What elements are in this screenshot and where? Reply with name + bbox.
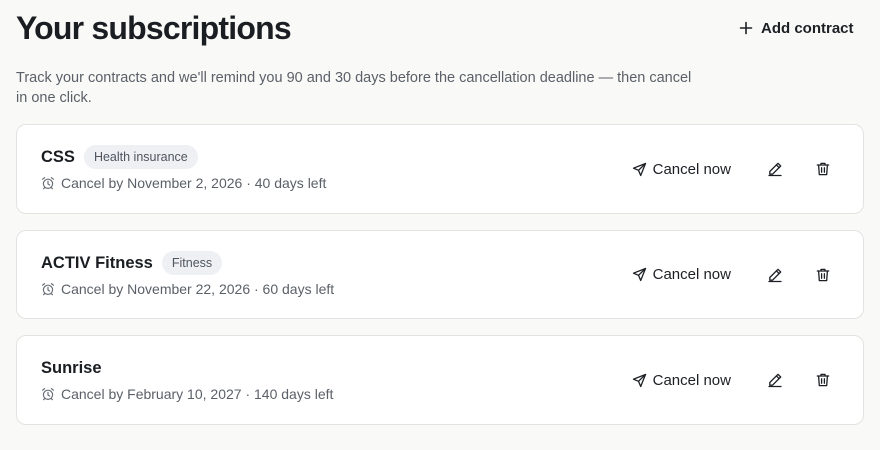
cancel-now-label: Cancel now — [652, 160, 731, 178]
category-badge: Fitness — [161, 251, 223, 275]
contract-name: ACTIV Fitness — [41, 253, 153, 272]
card-header: ACTIV Fitness Fitness — [41, 251, 223, 275]
card-header: Sunrise — [41, 356, 102, 380]
delete-button[interactable] — [807, 153, 839, 185]
alarm-clock-icon — [41, 387, 55, 401]
plus-icon — [739, 21, 753, 35]
pencil-icon — [767, 267, 783, 283]
subscription-card: Sunrise Cancel by February 10, 2027 · 14… — [16, 335, 864, 425]
delete-button[interactable] — [807, 364, 839, 396]
add-contract-button[interactable]: Add contract — [727, 13, 866, 43]
card-actions: Cancel now — [624, 336, 839, 424]
card-actions: Cancel now — [624, 125, 839, 213]
subscription-card: ACTIV Fitness Fitness Cancel by November… — [16, 230, 864, 319]
trash-icon — [815, 372, 831, 388]
pencil-icon — [767, 161, 783, 177]
send-icon — [632, 267, 647, 282]
trash-icon — [815, 267, 831, 283]
intro-text: Track your contracts and we'll remind yo… — [16, 70, 692, 106]
send-icon — [632, 373, 647, 388]
cancel-now-label: Cancel now — [652, 371, 731, 389]
deadline-text: Cancel by November 22, 2026 · 60 days le… — [61, 281, 335, 297]
trash-icon — [815, 161, 831, 177]
alarm-clock-icon — [41, 176, 55, 190]
subscription-card: CSS Health insurance Cancel by November … — [16, 124, 864, 214]
edit-button[interactable] — [759, 364, 791, 396]
deadline-text: Cancel by November 2, 2026 · 40 days lef… — [61, 175, 327, 191]
card-header: CSS Health insurance — [41, 145, 198, 169]
category-badge: Health insurance — [83, 145, 198, 169]
contract-name: Sunrise — [41, 358, 102, 377]
card-actions: Cancel now — [624, 231, 839, 318]
delete-button[interactable] — [807, 259, 839, 291]
subscription-list: CSS Health insurance Cancel by November … — [16, 124, 864, 425]
pencil-icon — [767, 372, 783, 388]
deadline-info: Cancel by November 2, 2026 · 40 days lef… — [41, 174, 326, 192]
deadline-info: Cancel by February 10, 2027 · 140 days l… — [41, 385, 333, 403]
send-icon — [632, 162, 647, 177]
cancel-now-label: Cancel now — [652, 266, 731, 283]
deadline-text: Cancel by February 10, 2027 · 140 days l… — [61, 386, 334, 402]
cancel-now-button[interactable]: Cancel now — [624, 153, 739, 185]
cancel-now-button[interactable]: Cancel now — [624, 364, 739, 396]
edit-button[interactable] — [759, 153, 791, 185]
edit-button[interactable] — [759, 259, 791, 291]
add-contract-label: Add contract — [761, 19, 854, 37]
cancel-now-button[interactable]: Cancel now — [624, 259, 739, 291]
contract-name: CSS — [41, 147, 75, 166]
alarm-clock-icon — [41, 282, 55, 296]
deadline-info: Cancel by November 22, 2026 · 60 days le… — [41, 280, 334, 298]
page-title: Your subscriptions — [16, 10, 292, 46]
